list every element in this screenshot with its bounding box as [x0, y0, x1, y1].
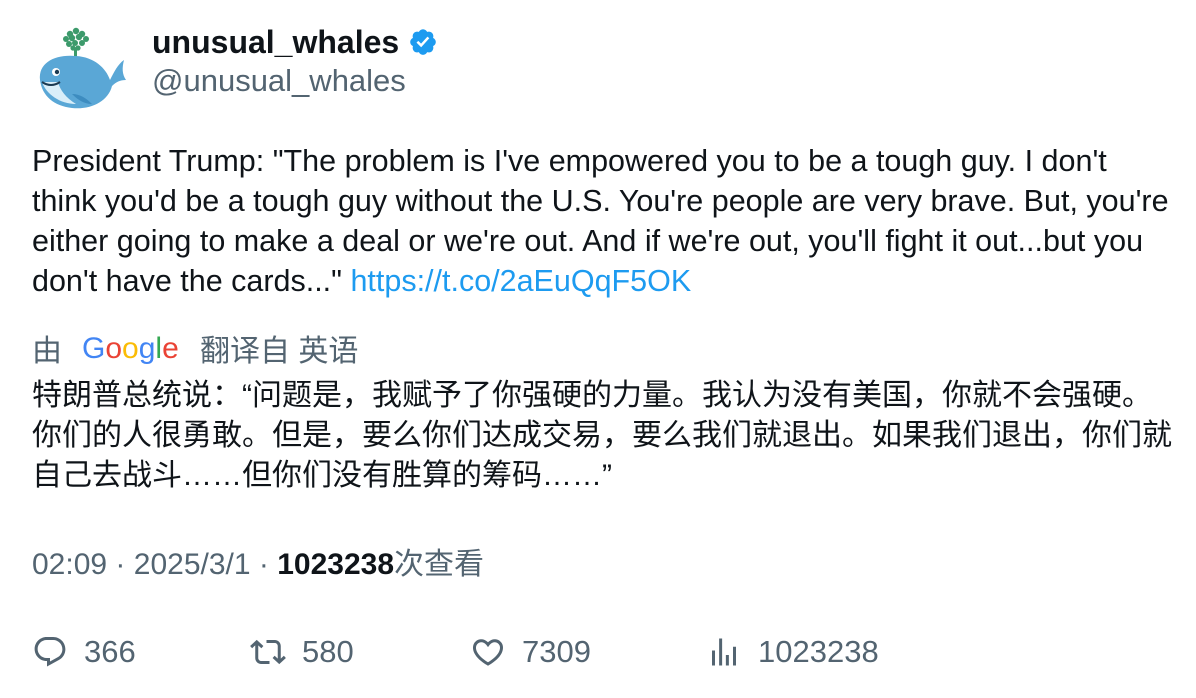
- meta-separator: ·: [258, 548, 269, 581]
- tweet-card: unusual_whales @unusual_whales President…: [0, 0, 1196, 698]
- tweet-date[interactable]: 2025/3/1: [134, 548, 251, 581]
- translated-by-label: 由: [32, 335, 62, 368]
- reply-button[interactable]: 366: [32, 632, 136, 672]
- retweet-count: 580: [302, 634, 354, 669]
- svg-text:Google: Google: [82, 332, 179, 365]
- translation-attribution: 由 Google 翻译自 英语: [32, 328, 358, 368]
- author-handle[interactable]: @unusual_whales: [152, 63, 438, 99]
- retweet-button[interactable]: 580: [250, 632, 354, 672]
- tweet-meta: 02:09 · 2025/3/1 · 1023238次查看: [32, 545, 484, 585]
- views-count: 1023238: [277, 548, 395, 581]
- views-action-count: 1023238: [758, 634, 879, 669]
- tweet-text: President Trump: "The problem is I've em…: [32, 141, 1172, 301]
- translated-text: 特朗普总统说：“问题是，我赋予了你强硬的力量。我认为没有美国，你就不会强硬。你们…: [32, 379, 1172, 492]
- reply-icon: [34, 637, 66, 667]
- like-button[interactable]: 7309: [470, 632, 591, 672]
- views-button[interactable]: 1023238: [706, 632, 879, 672]
- meta-separator: ·: [115, 548, 126, 581]
- google-logo: Google: [82, 332, 179, 365]
- tweet-link[interactable]: https://t.co/2aEuQqF5OK: [350, 264, 691, 298]
- tweet-time[interactable]: 02:09: [32, 548, 107, 581]
- reply-count: 366: [84, 634, 136, 669]
- display-name-row: unusual_whales: [152, 22, 438, 62]
- analytics-icon: [712, 638, 736, 666]
- verified-badge-icon: [410, 29, 436, 55]
- action-bar: 366 580 7309 1023238: [32, 632, 1172, 672]
- heart-icon: [472, 639, 504, 666]
- author-names: unusual_whales @unusual_whales: [152, 22, 438, 99]
- avatar[interactable]: [32, 24, 128, 116]
- views-label: 次查看: [394, 548, 485, 581]
- like-count: 7309: [522, 634, 591, 669]
- whale-icon: [39, 27, 126, 109]
- translated-from-label[interactable]: 翻译自 英语: [200, 326, 358, 370]
- retweet-icon: [250, 639, 286, 665]
- display-name[interactable]: unusual_whales: [152, 24, 399, 61]
